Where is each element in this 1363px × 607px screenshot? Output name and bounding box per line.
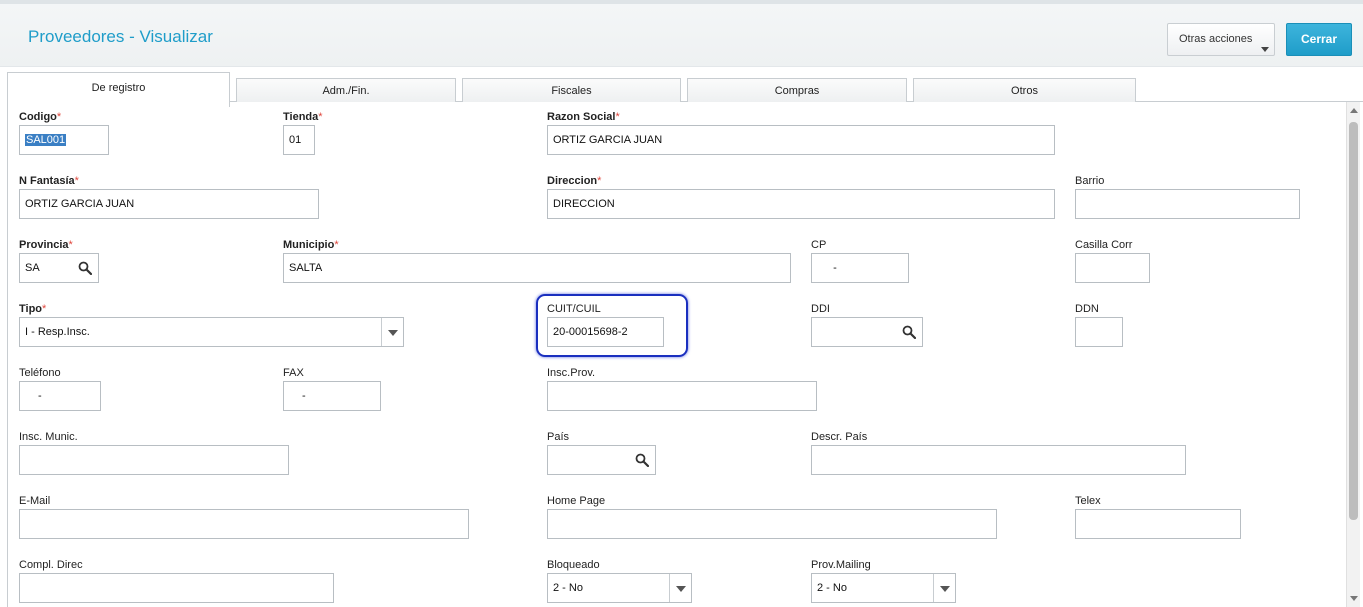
otras-acciones-label: Otras acciones	[1179, 33, 1253, 45]
chevron-down-icon[interactable]	[381, 318, 403, 346]
telefono-label: Teléfono	[19, 367, 61, 379]
otras-acciones-button[interactable]: Otras acciones	[1167, 23, 1275, 56]
tab-otros[interactable]: Otros	[913, 78, 1136, 102]
tab-fiscales[interactable]: Fiscales	[462, 78, 681, 102]
magnifier-icon[interactable]	[78, 261, 92, 275]
cp-field[interactable]: -	[811, 253, 909, 283]
n-fantasia-field[interactable]: ORTIZ GARCIA JUAN	[19, 189, 319, 219]
tienda-label: Tienda*	[283, 111, 323, 123]
ddi-field[interactable]	[811, 317, 923, 347]
prov-mailing-select[interactable]: 2 - No	[811, 573, 956, 603]
n-fantasia-label: N Fantasía*	[19, 175, 79, 187]
chevron-down-icon	[1261, 47, 1269, 52]
tienda-field[interactable]: 01	[283, 125, 315, 155]
descr-pais-field[interactable]	[811, 445, 1186, 475]
tab-bar: De registro Adm./Fin. Fiscales Compras O…	[0, 67, 1363, 107]
pais-field[interactable]	[547, 445, 656, 475]
provincia-label: Provincia*	[19, 239, 73, 251]
scroll-down-arrow-icon[interactable]	[1350, 596, 1358, 601]
chevron-down-icon[interactable]	[933, 574, 955, 602]
chevron-down-icon[interactable]	[669, 574, 691, 602]
prov-mailing-label: Prov.Mailing	[811, 559, 871, 571]
bloqueado-select[interactable]: 2 - No	[547, 573, 692, 603]
ddn-field[interactable]	[1075, 317, 1123, 347]
razon-social-field[interactable]: ORTIZ GARCIA JUAN	[547, 125, 1055, 155]
telex-label: Telex	[1075, 495, 1101, 507]
tipo-label: Tipo*	[19, 303, 47, 315]
ddi-label: DDI	[811, 303, 830, 315]
home-page-label: Home Page	[547, 495, 606, 507]
scroll-up-arrow-icon[interactable]	[1350, 108, 1358, 113]
cp-label: CP	[811, 239, 827, 251]
compl-direc-field[interactable]	[19, 573, 334, 603]
home-page-field[interactable]	[547, 509, 997, 539]
pais-label: País	[547, 431, 570, 443]
bloqueado-label: Bloqueado	[547, 559, 600, 571]
page-title: Proveedores - Visualizar	[28, 27, 213, 46]
insc-prov-label: Insc.Prov.	[547, 367, 596, 379]
fax-label: FAX	[283, 367, 304, 379]
vertical-scrollbar[interactable]	[1346, 102, 1360, 607]
codigo-label: Codigo*	[19, 111, 62, 123]
tab-compras[interactable]: Compras	[687, 78, 907, 102]
casilla-corr-field[interactable]	[1075, 253, 1150, 283]
direccion-field[interactable]: DIRECCION	[547, 189, 1055, 219]
insc-prov-field[interactable]	[547, 381, 817, 411]
scroll-thumb[interactable]	[1349, 122, 1358, 520]
provincia-field[interactable]: SA	[19, 253, 99, 283]
ddn-label: DDN	[1075, 303, 1099, 315]
insc-munic-label: Insc. Munic.	[19, 431, 78, 443]
barrio-label: Barrio	[1075, 175, 1105, 187]
barrio-field[interactable]	[1075, 189, 1300, 219]
direccion-label: Direccion*	[547, 175, 602, 187]
fax-field[interactable]: -	[283, 381, 381, 411]
cerrar-button[interactable]: Cerrar	[1286, 23, 1352, 56]
municipio-label: Municipio*	[283, 239, 339, 251]
compl-direc-label: Compl. Direc	[19, 559, 83, 571]
telefono-field[interactable]: -	[19, 381, 101, 411]
tipo-select[interactable]: I - Resp.Insc.	[19, 317, 404, 347]
cuit-cuil-highlight	[536, 294, 688, 357]
municipio-field[interactable]: SALTA	[283, 253, 791, 283]
insc-munic-field[interactable]	[19, 445, 289, 475]
email-field[interactable]	[19, 509, 469, 539]
magnifier-icon[interactable]	[902, 325, 916, 339]
descr-pais-label: Descr. País	[811, 431, 868, 443]
tab-adm-fin[interactable]: Adm./Fin.	[236, 78, 456, 102]
razon-social-label: Razon Social*	[547, 111, 620, 123]
casilla-corr-label: Casilla Corr	[1075, 239, 1133, 251]
magnifier-icon[interactable]	[635, 453, 649, 467]
telex-field[interactable]	[1075, 509, 1241, 539]
codigo-field[interactable]: SAL001	[19, 125, 109, 155]
header-bar: Proveedores - Visualizar Otras acciones …	[0, 0, 1363, 67]
email-label: E-Mail	[19, 495, 51, 507]
